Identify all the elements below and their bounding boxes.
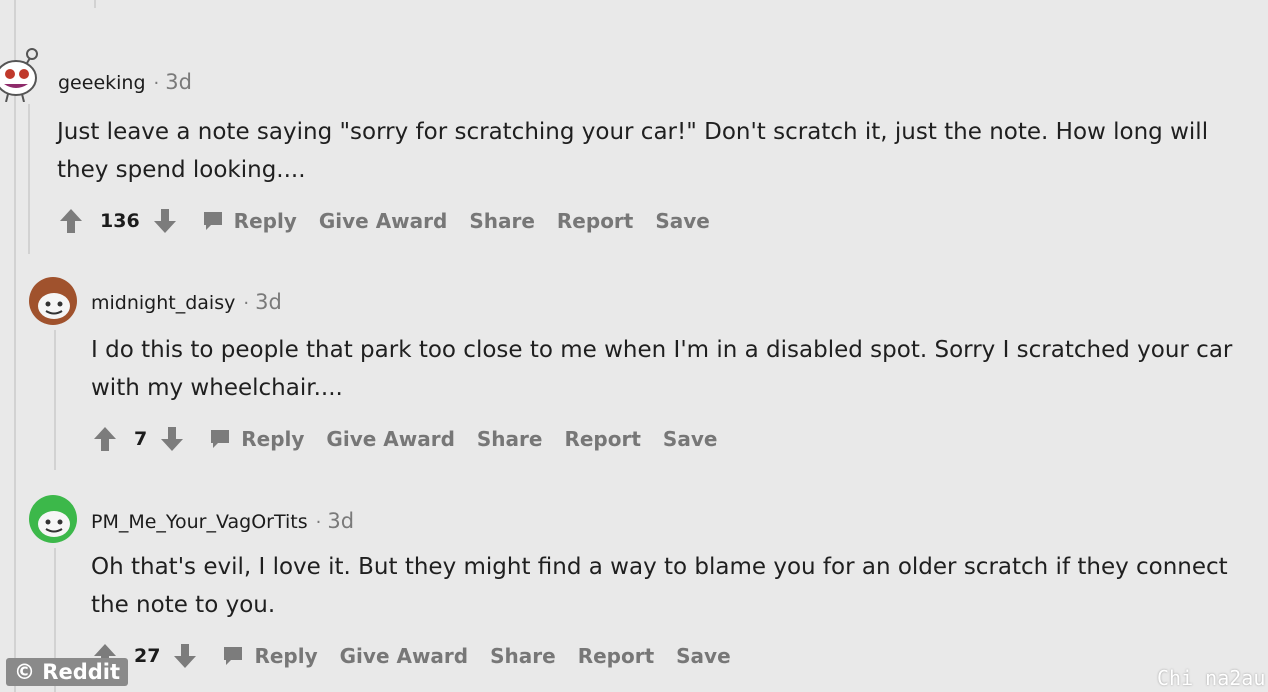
timestamp[interactable]: 3d: [255, 290, 282, 314]
timestamp[interactable]: 3d: [327, 509, 354, 533]
save-button[interactable]: Save: [663, 427, 718, 451]
share-button[interactable]: Share: [477, 427, 543, 451]
reply-bubble-icon: [211, 430, 230, 448]
separator-dot: ·: [243, 293, 250, 314]
watermark-reddit: © Reddit: [6, 658, 129, 686]
avatar[interactable]: [28, 276, 78, 326]
downvote-icon: [153, 209, 176, 233]
comment-body: Just leave a note saying "sorry for scra…: [57, 119, 1209, 183]
avatar[interactable]: [0, 48, 42, 102]
reply-button[interactable]: Reply: [202, 209, 297, 233]
report-button[interactable]: Report: [564, 427, 640, 451]
downvote-icon: [174, 644, 197, 668]
report-button[interactable]: Report: [557, 209, 633, 233]
reply-bubble-icon: [224, 647, 243, 665]
downvote-icon: [161, 427, 184, 451]
reply-label: Reply: [254, 644, 318, 668]
avatar-icon: [29, 277, 77, 325]
comment-geeeking: geeeking · 3d Just leave a note saying "…: [0, 0, 1268, 260]
avatar[interactable]: [28, 494, 78, 544]
share-button[interactable]: Share: [490, 644, 556, 668]
comment-midnight-daisy: midnight_daisy · 3d I do this to people …: [0, 260, 1268, 480]
reply-bubble-icon: [203, 212, 222, 230]
vote-score: 27: [134, 645, 161, 667]
share-button[interactable]: Share: [469, 209, 535, 233]
give-award-button[interactable]: Give Award: [340, 644, 468, 668]
username[interactable]: geeeking: [58, 72, 146, 94]
upvote-button[interactable]: [58, 207, 84, 235]
avatar-icon: [0, 48, 38, 102]
give-award-button[interactable]: Give Award: [326, 427, 454, 451]
vote-score: 136: [100, 210, 140, 232]
comment-pm-me-your: PM_Me_Your_VagOrTits · 3d Oh that's evil…: [0, 480, 1268, 692]
separator-dot: ·: [315, 512, 322, 533]
report-button[interactable]: Report: [578, 644, 654, 668]
avatar-icon: [29, 495, 77, 543]
save-button[interactable]: Save: [676, 644, 731, 668]
reply-label: Reply: [233, 209, 297, 233]
upvote-button[interactable]: [92, 425, 118, 453]
reply-button[interactable]: Reply: [209, 427, 304, 451]
reply-button[interactable]: Reply: [222, 644, 318, 668]
give-award-button[interactable]: Give Award: [319, 209, 447, 233]
vote-score: 7: [134, 428, 148, 450]
comment-body: Oh that's evil, I love it. But they migh…: [91, 554, 1228, 618]
downvote-button[interactable]: [159, 425, 185, 453]
username[interactable]: midnight_daisy: [91, 292, 235, 314]
upvote-icon: [94, 427, 116, 451]
upvote-icon: [60, 209, 82, 233]
comment-body: I do this to people that park too close …: [91, 337, 1233, 401]
timestamp[interactable]: 3d: [165, 70, 192, 94]
downvote-button[interactable]: [172, 642, 198, 670]
downvote-button[interactable]: [152, 207, 178, 235]
reply-label: Reply: [241, 427, 305, 451]
separator-dot: ·: [153, 73, 160, 94]
watermark-china2au: Chi na2au: [1157, 666, 1266, 690]
username[interactable]: PM_Me_Your_VagOrTits: [91, 511, 308, 533]
save-button[interactable]: Save: [655, 209, 710, 233]
